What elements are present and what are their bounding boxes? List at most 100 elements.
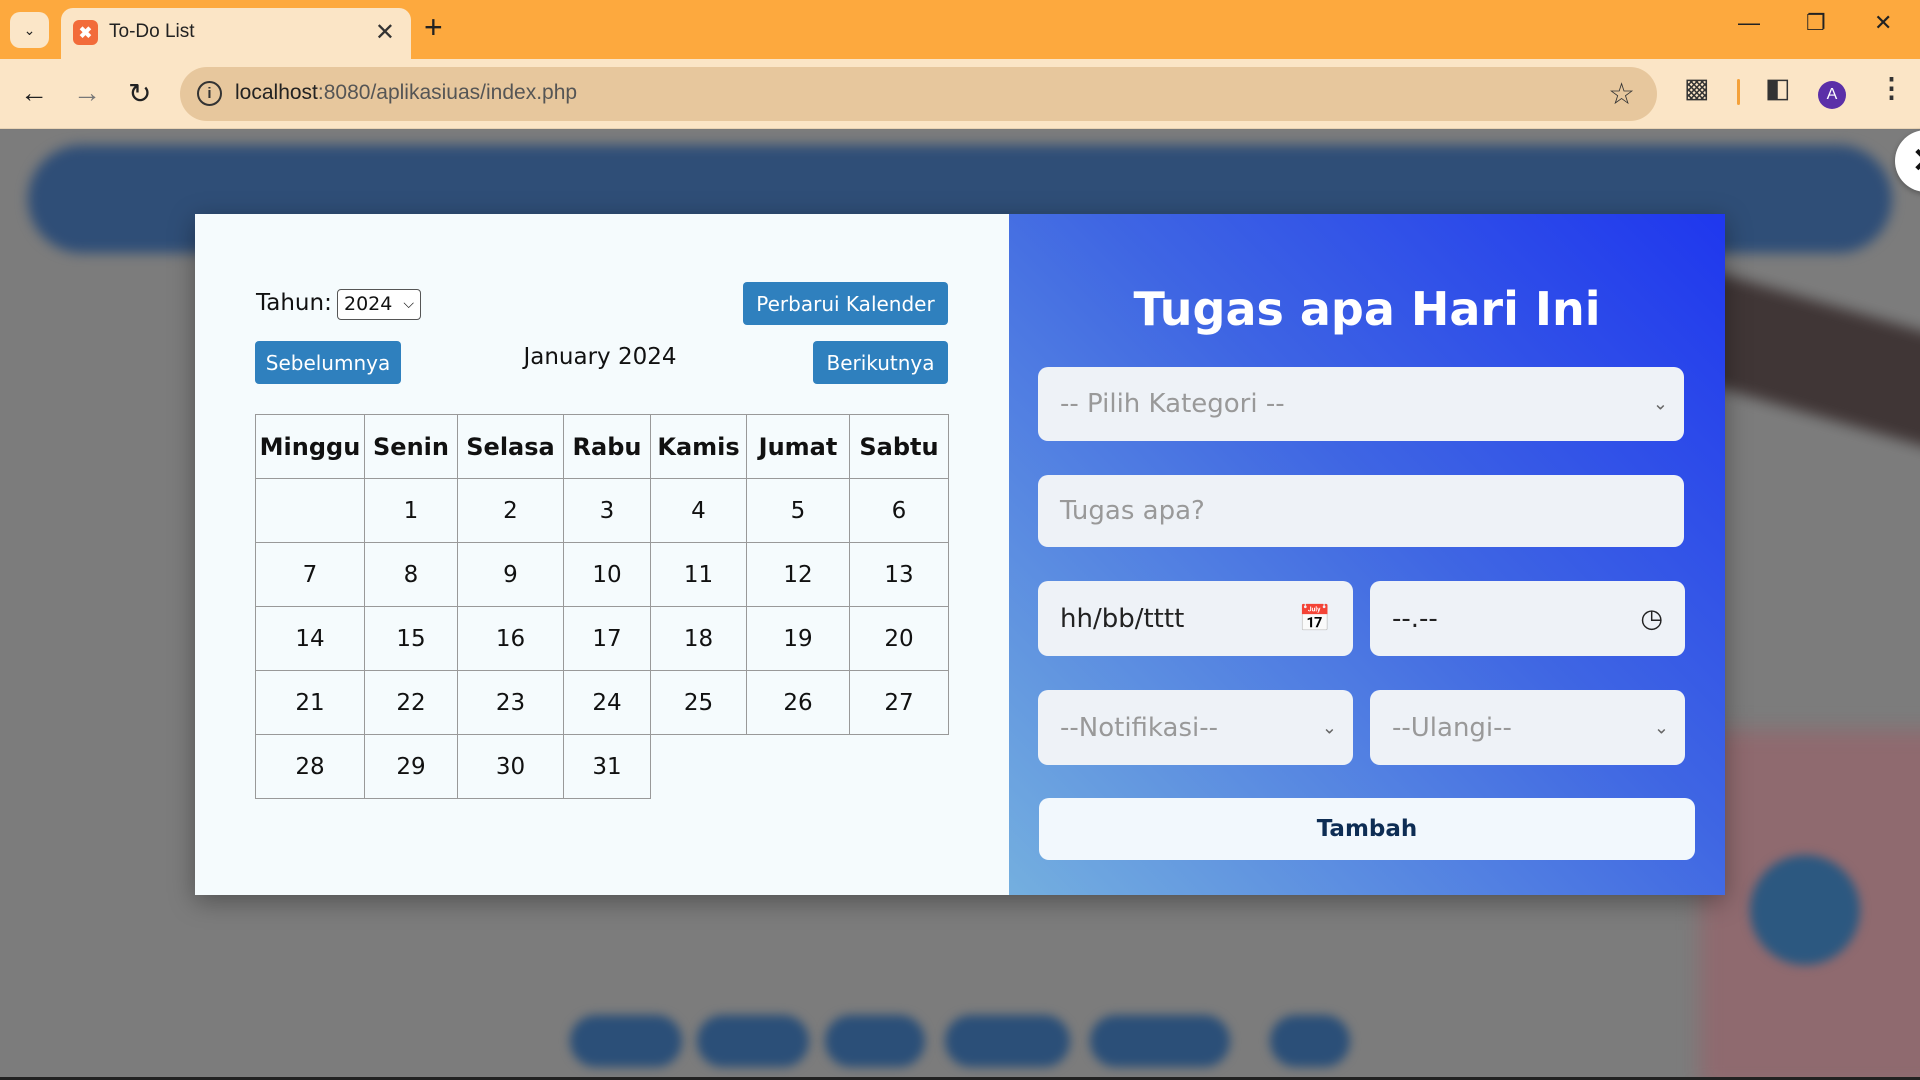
chevron-down-icon: ⌵ (403, 296, 414, 312)
next-month-button[interactable]: Berikutnya (813, 341, 948, 384)
add-task-button[interactable]: Tambah (1039, 798, 1695, 860)
calendar-day-cell[interactable]: 18 (650, 606, 747, 671)
calendar-day-cell[interactable]: 14 (255, 606, 365, 671)
refresh-calendar-button[interactable]: Perbarui Kalender (743, 282, 948, 325)
weekday-header: Senin (364, 414, 458, 479)
bookmark-star-icon[interactable]: ☆ (1608, 77, 1635, 112)
tab-title: To-Do List (109, 21, 195, 42)
calendar-day-cell[interactable]: 23 (457, 670, 564, 735)
task-placeholder: Tugas apa? (1060, 496, 1205, 526)
address-bar[interactable]: i localhost:8080/aplikasiuas/index.php ☆ (180, 67, 1657, 121)
blurred-pill (1090, 1015, 1230, 1067)
calendar-table: Minggu Senin Selasa Rabu Kamis Jumat Sab… (255, 414, 949, 799)
blurred-pill (697, 1015, 809, 1067)
time-input[interactable]: --.-- ◷ (1370, 581, 1685, 656)
calendar-day-cell[interactable]: 3 (563, 478, 651, 543)
calendar-week-row: 28 29 30 31 (255, 734, 949, 799)
calendar-day-cell[interactable]: 9 (457, 542, 564, 607)
task-input[interactable]: Tugas apa? (1038, 475, 1684, 547)
calendar-day-cell[interactable]: 13 (849, 542, 949, 607)
year-value: 2024 (344, 293, 393, 315)
repeat-placeholder: --Ulangi-- (1392, 712, 1512, 743)
chevron-down-icon: ⌄ (1321, 717, 1337, 738)
calendar-day-cell[interactable]: 21 (255, 670, 365, 735)
browser-toolbar: ← → ↻ i localhost:8080/aplikasiuas/index… (0, 59, 1920, 129)
weekday-header: Kamis (650, 414, 747, 479)
reload-icon[interactable]: ↻ (128, 77, 151, 110)
restore-icon[interactable]: ❐ (1806, 10, 1826, 36)
calendar-day-cell[interactable]: 4 (650, 478, 747, 543)
url-text[interactable]: localhost:8080/aplikasiuas/index.php (235, 81, 577, 105)
blurred-pill (825, 1015, 925, 1067)
weekday-header: Minggu (255, 414, 365, 479)
calendar-day-cell[interactable]: 12 (746, 542, 850, 607)
weekday-header: Rabu (563, 414, 651, 479)
calendar-day-cell[interactable]: 11 (650, 542, 747, 607)
calendar-day-cell[interactable]: 15 (364, 606, 458, 671)
back-arrow-icon[interactable]: ← (20, 77, 48, 109)
chevron-down-icon: ⌄ (1653, 717, 1669, 738)
browser-tabbar: ⌄ ✖ To-Do List ✕ + — ❐ ✕ (0, 0, 1920, 59)
clock-icon[interactable]: ◷ (1640, 604, 1663, 634)
calendar-week-row: 21 22 23 24 25 26 27 (255, 670, 949, 735)
date-input[interactable]: hh/bb/tttt 📅 (1038, 581, 1353, 656)
new-tab-plus-icon[interactable]: + (424, 9, 443, 46)
form-title: Tugas apa Hari Ini (1133, 282, 1601, 336)
calendar-day-cell[interactable]: 20 (849, 606, 949, 671)
side-panel-icon[interactable]: ◧ (1765, 73, 1791, 104)
calendar-day-cell[interactable]: 10 (563, 542, 651, 607)
calendar-day-cell[interactable]: 7 (255, 542, 365, 607)
xampp-favicon-icon: ✖ (73, 20, 98, 45)
calendar-panel: Tahun: 2024 ⌵ Perbarui Kalender Sebelumn… (195, 214, 1009, 895)
calendar-day-cell[interactable]: 19 (746, 606, 850, 671)
calendar-week-row: 7 8 9 10 11 12 13 (255, 542, 949, 607)
calendar-empty-cell (651, 735, 747, 799)
date-placeholder: hh/bb/tttt (1060, 603, 1185, 634)
calendar-day-cell[interactable]: 29 (364, 734, 458, 799)
calendar-day-cell[interactable]: 16 (457, 606, 564, 671)
calendar-day-cell[interactable]: 2 (457, 478, 564, 543)
calendar-empty-cell (850, 735, 949, 799)
calendar-day-cell[interactable]: 31 (563, 734, 651, 799)
blurred-fab (1750, 855, 1860, 965)
year-label: Tahun: (256, 290, 332, 316)
calendar-day-cell[interactable]: 24 (563, 670, 651, 735)
calendar-day-cell[interactable]: 30 (457, 734, 564, 799)
extensions-puzzle-icon[interactable]: ▩ (1684, 73, 1710, 104)
calendar-day-cell[interactable]: 6 (849, 478, 949, 543)
calendar-day-cell[interactable]: 8 (364, 542, 458, 607)
time-placeholder: --.-- (1392, 603, 1438, 634)
blurred-pill (570, 1015, 682, 1067)
more-menu-icon[interactable]: ⋮ (1878, 73, 1905, 104)
browser-tab[interactable]: ✖ To-Do List ✕ (61, 8, 411, 59)
minimize-icon[interactable]: — (1738, 10, 1760, 36)
profile-avatar[interactable]: A (1818, 81, 1846, 109)
calendar-day-cell[interactable]: 27 (849, 670, 949, 735)
notification-select[interactable]: --Notifikasi-- ⌄ (1038, 690, 1353, 765)
calendar-day-cell[interactable]: 17 (563, 606, 651, 671)
toolbar-separator (1737, 79, 1740, 105)
prev-month-button[interactable]: Sebelumnya (255, 341, 401, 384)
category-placeholder: -- Pilih Kategori -- (1060, 389, 1285, 419)
blurred-pill (1270, 1015, 1350, 1067)
calendar-day-cell[interactable]: 25 (650, 670, 747, 735)
chevron-down-icon: ⌄ (1652, 393, 1668, 415)
month-title: January 2024 (523, 344, 677, 370)
window-close-icon[interactable]: ✕ (1874, 10, 1892, 36)
tab-close-icon[interactable]: ✕ (375, 18, 395, 47)
forward-arrow-icon[interactable]: → (73, 77, 101, 109)
category-select[interactable]: -- Pilih Kategori -- ⌄ (1038, 367, 1684, 441)
calendar-day-cell[interactable]: 28 (255, 734, 365, 799)
repeat-select[interactable]: --Ulangi-- ⌄ (1370, 690, 1685, 765)
tab-search-chevron-icon[interactable]: ⌄ (10, 12, 49, 48)
calendar-icon[interactable]: 📅 (1299, 604, 1331, 634)
weekday-header: Sabtu (849, 414, 949, 479)
calendar-day-cell[interactable]: 22 (364, 670, 458, 735)
calendar-day-cell[interactable]: 1 (364, 478, 458, 543)
year-select[interactable]: 2024 ⌵ (337, 289, 421, 320)
calendar-day-cell[interactable]: 26 (746, 670, 850, 735)
calendar-day-cell[interactable]: 5 (746, 478, 850, 543)
site-info-icon[interactable]: i (197, 81, 222, 106)
url-host: localhost (235, 81, 318, 104)
calendar-day-cell (255, 478, 365, 543)
